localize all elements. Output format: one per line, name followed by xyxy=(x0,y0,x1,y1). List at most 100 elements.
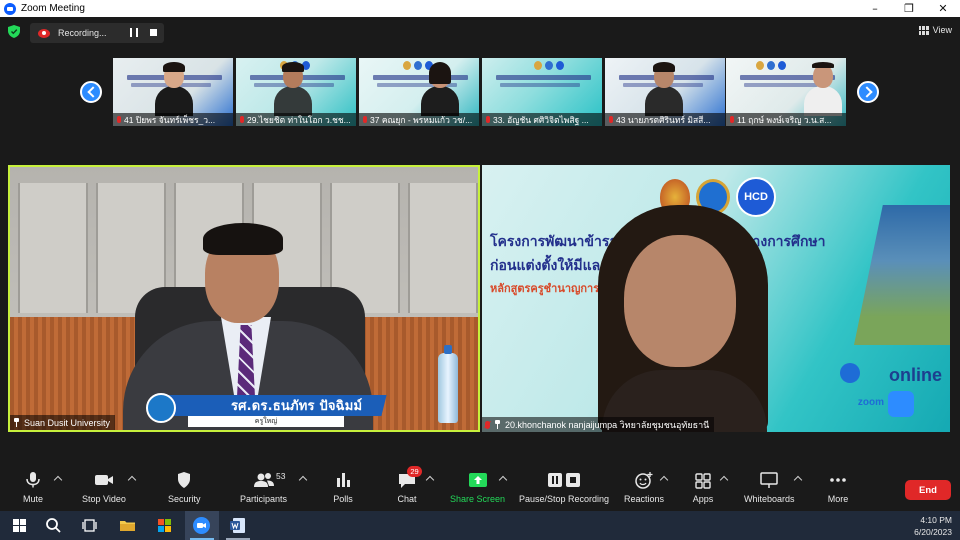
participant-name: 43 นายภรตศิรินทร์ มิสสี... xyxy=(616,114,711,125)
whiteboard-icon xyxy=(760,472,779,488)
muted-mic-icon xyxy=(486,116,490,123)
speaker-subtitle: ครูใหญ่ xyxy=(188,416,344,427)
grid-view-icon xyxy=(918,25,929,35)
end-meeting-button[interactable]: End xyxy=(905,480,951,500)
participant-name: 29.ไชยชิต ท่าในโอก ว.ชช... xyxy=(247,114,351,125)
gallery-tile[interactable]: 33. อัญชัน ศศิวิจิตไพสิฐ ... xyxy=(482,58,602,126)
close-button[interactable]: ✕ xyxy=(926,0,960,17)
encryption-shield-icon[interactable] xyxy=(8,25,20,38)
active-speaker-video-tile[interactable]: รศ.ดร.ธนภัทร ปัจฉิมม์ ครูใหญ่ Suan Dusit… xyxy=(8,165,480,432)
recording-indicator: Recording... xyxy=(30,23,164,43)
meeting-area: Recording... View 41 ปิยพร จันทร์เพ็ชร_ว… xyxy=(0,17,960,465)
stop-recording-icon[interactable] xyxy=(150,29,157,36)
participant-name: 20.khonchanok nanjaijumpa วิทยาลัยชุมชนอ… xyxy=(505,419,710,430)
pause-stop-icon xyxy=(548,473,581,487)
participant-name: 41 ปิยพร จันทร์เพ็ชร_ว... xyxy=(124,114,216,125)
video-camera-icon xyxy=(94,475,113,485)
gallery-next-arrow-icon[interactable] xyxy=(857,81,879,103)
windows-taskbar: 4:10 PM 6/20/2023 xyxy=(0,511,960,540)
participant-video-tile[interactable]: HCD โครงการพัฒนาข้าราชการครูและบุคลากรทา… xyxy=(482,165,950,432)
apps-icon xyxy=(695,473,711,489)
window-titlebar: Zoom Meeting – ❐ ✕ xyxy=(0,0,960,17)
water-bottle xyxy=(438,345,458,423)
online-label: online xyxy=(889,365,942,385)
video-options-caret[interactable] xyxy=(127,475,137,485)
recording-cloud-icon xyxy=(38,28,50,38)
chat-unread-badge: 29 xyxy=(407,466,422,477)
window-controls: – ❐ ✕ xyxy=(858,0,960,17)
polls-button[interactable]: Polls xyxy=(332,471,354,509)
participants-count: 53 xyxy=(276,471,286,481)
gallery-tile[interactable]: 11 ฤกษ์ พงษ์เจริญ ว.น.ส... xyxy=(726,58,846,126)
pause-stop-recording-button[interactable]: Pause/Stop Recording xyxy=(519,471,609,509)
window-title: Zoom Meeting xyxy=(21,3,85,14)
muted-mic-icon xyxy=(240,116,244,123)
tile-name-label: 20.khonchanok nanjaijumpa วิทยาลัยชุมชนอ… xyxy=(482,417,715,432)
view-button[interactable]: View xyxy=(918,25,952,35)
university-emblem-icon xyxy=(146,393,176,423)
whiteboards-options-caret[interactable] xyxy=(793,475,803,485)
restore-button[interactable]: ❐ xyxy=(892,0,926,17)
share-screen-button[interactable]: Share Screen xyxy=(450,471,505,509)
participant-name: 33. อัญชัน ศศิวิจิตไพสิฐ ... xyxy=(493,114,589,125)
chat-options-caret[interactable] xyxy=(425,475,435,485)
muted-mic-icon xyxy=(117,116,121,123)
clock-time: 4:10 PM xyxy=(920,515,952,525)
more-dots-icon xyxy=(830,478,846,482)
speaker-title: รศ.ดร.ธนภัทร ปัจฉิมม์ xyxy=(230,399,362,414)
muted-mic-icon xyxy=(730,116,734,123)
apps-options-caret[interactable] xyxy=(719,475,729,485)
chat-button[interactable]: 29 Chat xyxy=(396,466,422,509)
security-shield-icon xyxy=(178,472,191,488)
security-button[interactable]: Security xyxy=(168,471,201,509)
participant-name: 37 คณยุก - พรหมแก้ว วช/... xyxy=(370,114,473,125)
apps-button[interactable]: Apps xyxy=(692,471,714,509)
word-app-icon[interactable] xyxy=(228,516,247,535)
reactions-button[interactable]: Reactions xyxy=(624,471,664,509)
clock-date: 6/20/2023 xyxy=(914,527,952,537)
share-screen-icon xyxy=(468,473,487,487)
participants-icon xyxy=(253,473,274,487)
participant-video xyxy=(582,205,792,432)
meeting-toolbar: Mute Stop Video Security 53 Participants… xyxy=(0,465,960,511)
reactions-smiley-icon xyxy=(635,472,653,489)
whiteboards-button[interactable]: Whiteboards xyxy=(744,471,795,509)
pause-recording-icon[interactable] xyxy=(130,28,138,37)
zoom-logo-icon xyxy=(4,2,16,15)
participant-name: Suan Dusit University xyxy=(24,417,111,428)
recording-label: Recording... xyxy=(58,28,107,38)
more-button[interactable]: More xyxy=(827,471,849,509)
polls-icon xyxy=(337,473,350,487)
zoom-wordmark: zoom xyxy=(857,397,884,408)
zoom-camera-icon xyxy=(888,391,914,417)
tile-name-label: Suan Dusit University xyxy=(10,415,116,430)
windows-start-icon[interactable] xyxy=(10,516,29,535)
participants-button[interactable]: 53 Participants xyxy=(240,471,287,509)
participant-name: 11 ฤกษ์ พงษ์เจริญ ว.น.ส... xyxy=(737,114,832,125)
stop-video-button[interactable]: Stop Video xyxy=(82,471,126,509)
view-label: View xyxy=(932,25,952,35)
microphone-icon xyxy=(26,472,40,488)
file-explorer-icon[interactable] xyxy=(118,516,137,535)
task-view-icon[interactable] xyxy=(80,516,99,535)
minimize-button[interactable]: – xyxy=(858,0,892,17)
globe-icon xyxy=(840,363,860,383)
speaker-lower-third: รศ.ดร.ธนภัทร ปัจฉิมม์ ครูใหญ่ xyxy=(136,391,387,428)
pin-icon xyxy=(13,418,20,427)
search-icon[interactable] xyxy=(44,516,63,535)
mute-options-caret[interactable] xyxy=(53,475,63,485)
gallery-prev-arrow-icon[interactable] xyxy=(80,81,102,103)
gallery-tile[interactable]: 29.ไชยชิต ท่าในโอก ว.ชช... xyxy=(236,58,356,126)
muted-mic-icon xyxy=(609,116,613,123)
pin-icon xyxy=(494,420,501,429)
muted-mic-icon xyxy=(485,420,490,429)
gallery-tile[interactable]: 43 นายภรตศิรินทร์ มิสสี... xyxy=(605,58,725,126)
microsoft-store-icon[interactable] xyxy=(155,516,174,535)
zoom-app-icon[interactable] xyxy=(192,516,211,535)
gallery-tile[interactable]: 41 ปิยพร จันทร์เพ็ชร_ว... xyxy=(113,58,233,126)
mute-button[interactable]: Mute xyxy=(22,471,44,509)
gallery-tile[interactable]: 37 คณยุก - พรหมแก้ว วช/... xyxy=(359,58,479,126)
system-clock[interactable]: 4:10 PM 6/20/2023 xyxy=(914,514,952,538)
muted-mic-icon xyxy=(363,116,367,123)
participants-options-caret[interactable] xyxy=(298,475,308,485)
